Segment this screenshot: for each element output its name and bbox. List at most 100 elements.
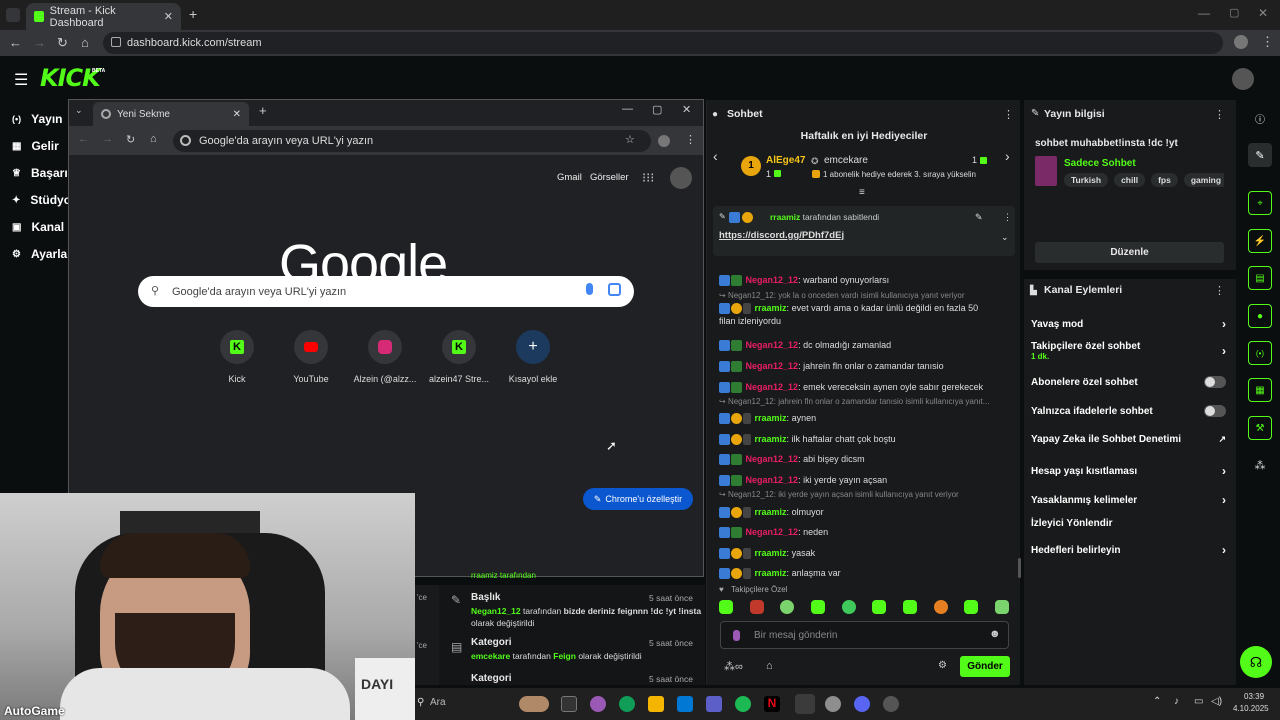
outlook-icon[interactable] — [677, 696, 693, 712]
chat-icon[interactable]: ● — [1248, 304, 1272, 328]
emote-icon[interactable] — [872, 600, 887, 614]
task-view-icon[interactable] — [561, 696, 577, 712]
chat-menu-icon[interactable]: ⋮ — [1003, 108, 1014, 121]
shortcut-youtube[interactable]: YouTube — [274, 330, 348, 384]
nav-item-settings[interactable]: ⚙ Ayarla — [12, 247, 67, 261]
emote-icon[interactable] — [933, 600, 948, 614]
channel-action-item[interactable]: Takipçilere özel sohbet 1 dk. › — [1031, 341, 1226, 361]
new-tab-icon[interactable]: + — [189, 6, 197, 22]
chrome-icon[interactable] — [795, 694, 815, 714]
send-button[interactable]: Gönder — [960, 656, 1010, 677]
edit-button[interactable]: Düzenle — [1035, 242, 1224, 263]
maximize-window-icon[interactable]: ▢ — [1229, 6, 1239, 19]
info-menu-icon[interactable]: ⋮ — [1214, 108, 1225, 121]
chat-username[interactable]: Negan12_12 — [746, 382, 799, 392]
top-gifter-name[interactable]: AlEge47 — [766, 155, 805, 166]
profile-avatar[interactable] — [670, 167, 692, 189]
emote-icon[interactable] — [749, 600, 764, 614]
channel-action-item[interactable]: İzleyici Yönlendir — [1031, 518, 1226, 529]
emote-icon[interactable] — [780, 600, 795, 614]
shortcut-instagram[interactable]: Alzein (@alzz... — [348, 330, 422, 384]
points-icon[interactable]: ⁂∞ — [724, 660, 743, 673]
apps-grid-icon[interactable]: ⁝⁝⁝ — [642, 170, 654, 186]
new-tab-icon[interactable]: + — [259, 103, 267, 118]
channel-action-item[interactable]: Abonelere özel sohbet — [1031, 376, 1226, 388]
emote-icon[interactable] — [902, 600, 917, 614]
chat-username[interactable]: Negan12_12 — [746, 475, 799, 485]
profile-avatar[interactable] — [658, 135, 670, 147]
gifters-prev-icon[interactable]: ‹ — [713, 148, 718, 164]
channel-action-item[interactable]: Hedefleri belirleyin › — [1031, 543, 1226, 557]
channel-action-item[interactable]: Yapay Zeka ile Sohbet Denetimi ↗ — [1031, 434, 1226, 445]
nav-item-channel[interactable]: ▣ Kanal — [12, 220, 64, 234]
close-window-icon[interactable]: ✕ — [682, 103, 691, 116]
maximize-window-icon[interactable]: ▢ — [652, 103, 662, 116]
lightning-icon[interactable]: ⚡ — [1248, 229, 1272, 253]
emote-icon[interactable] — [810, 600, 825, 614]
discord-icon[interactable] — [854, 696, 870, 712]
info-icon[interactable]: ⓘ — [1248, 106, 1272, 130]
home-icon[interactable]: ⌂ — [81, 35, 89, 50]
clock-date[interactable]: 4.10.2025 — [1233, 704, 1269, 713]
chat-username[interactable]: rraamiz — [755, 303, 787, 313]
chat-username[interactable]: rraamiz — [755, 548, 787, 558]
app-icon[interactable] — [825, 696, 841, 712]
shortcut-kick[interactable]: K Kick — [200, 330, 274, 384]
file-explorer-icon[interactable] — [648, 696, 664, 712]
reload-icon[interactable]: ↻ — [126, 133, 135, 146]
chat-username[interactable]: Negan12_12 — [746, 340, 799, 350]
popup-tab[interactable]: Yeni Sekme ✕ — [93, 102, 249, 126]
users-icon[interactable]: ⁂ — [1248, 453, 1272, 477]
close-tab-icon[interactable]: ✕ — [164, 10, 173, 23]
profile-avatar[interactable] — [1234, 35, 1248, 49]
lens-search-icon[interactable] — [608, 283, 621, 296]
channel-action-item[interactable]: Yalnızca ifadelerle sohbet — [1031, 405, 1226, 417]
kick-logo[interactable]: KICK — [40, 64, 101, 92]
emoji-icon[interactable]: ☻ — [989, 628, 1001, 640]
chat-username[interactable]: Negan12_12 — [746, 275, 799, 285]
channel-action-item[interactable]: Yavaş mod › — [1031, 317, 1226, 331]
broadcast-icon[interactable]: (•) — [1248, 341, 1272, 365]
store-icon[interactable]: ⌂ — [766, 660, 773, 672]
toggle-switch[interactable] — [1204, 405, 1226, 417]
feed-user[interactable]: Negan12_12 — [471, 606, 521, 616]
stream-category[interactable]: Sadece Sohbet — [1064, 158, 1136, 169]
expand-chevron-down-icon[interactable]: ⌄ — [1001, 232, 1009, 243]
gmail-link[interactable]: Gmail — [557, 172, 582, 183]
unpin-icon[interactable]: ✎ — [975, 212, 983, 223]
chat-scrollbar[interactable] — [1018, 558, 1021, 578]
close-tab-icon[interactable]: ✕ — [233, 109, 241, 120]
feed-user[interactable]: emcekare — [471, 651, 510, 661]
popup-url-field[interactable]: Google'da arayın veya URL'yi yazın — [173, 130, 651, 152]
user-avatar[interactable] — [1232, 68, 1254, 90]
pinned-link[interactable]: https://discord.gg/PDhf7dEj — [719, 230, 844, 241]
chat-message-input[interactable]: Bir mesaj gönderin ☻ — [720, 621, 1009, 649]
hamburger-menu-icon[interactable]: ☰ — [14, 70, 28, 90]
clip-icon[interactable]: ⌖ — [1248, 191, 1272, 215]
browser-tab-kick[interactable]: Stream - Kick Dashboard ✕ — [26, 3, 181, 30]
forward-icon[interactable]: → — [33, 35, 46, 50]
search-icon[interactable]: ⚲ — [417, 697, 424, 708]
browser-menu-icon[interactable]: ⋮ — [1261, 34, 1274, 50]
home-icon[interactable]: ⌂ — [150, 133, 157, 145]
chat-settings-gear-icon[interactable]: ⚙ — [938, 660, 947, 671]
nav-item-revenue[interactable]: ▦ Gelir — [12, 139, 59, 153]
nav-item-studio[interactable]: ✦ Stüdyo — [12, 193, 71, 207]
emote-icon[interactable] — [841, 600, 856, 614]
nav-item-achievements[interactable]: ♕ Başarı — [12, 166, 68, 180]
chat-username[interactable]: rraamiz — [755, 568, 787, 578]
tray-display-icon[interactable]: ▭ — [1194, 696, 1203, 707]
close-window-icon[interactable]: ✕ — [1258, 6, 1268, 20]
obs-icon[interactable] — [883, 696, 899, 712]
widget-icon[interactable] — [519, 696, 549, 712]
channel-action-item[interactable]: Hesap yaşı kısıtlaması › — [1031, 464, 1226, 478]
tray-chevron-up-icon[interactable]: ⌃ — [1153, 696, 1161, 707]
chat-username[interactable]: rraamiz — [755, 507, 787, 517]
customize-chrome-button[interactable]: ✎ Chrome'u özelleştir — [583, 488, 693, 510]
google-search-input[interactable]: ⚲ Google'da arayın veya URL'yi yazın — [138, 276, 634, 307]
back-icon[interactable]: ← — [78, 133, 89, 145]
emote-icon[interactable] — [964, 600, 979, 614]
minimize-window-icon[interactable]: — — [622, 103, 633, 115]
chat-username[interactable]: Negan12_12 — [746, 527, 799, 537]
microphone-icon[interactable] — [733, 630, 740, 641]
